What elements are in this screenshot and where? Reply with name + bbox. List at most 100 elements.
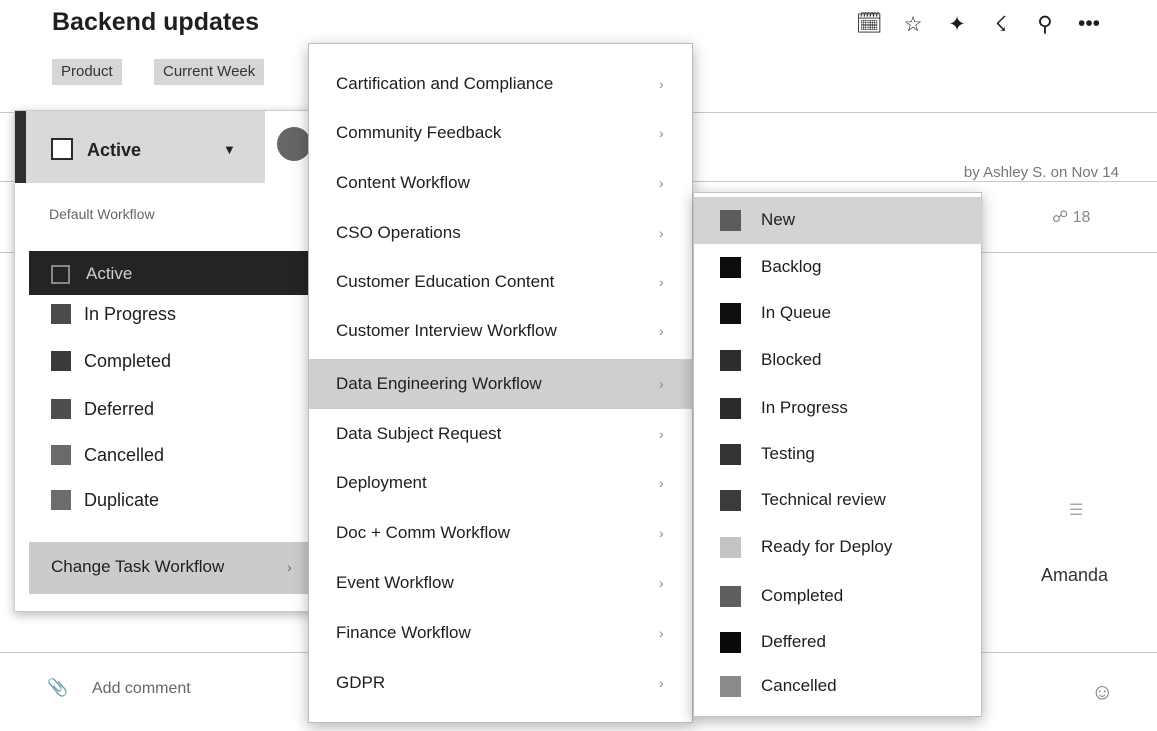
caret-down-icon[interactable]: ▼ <box>223 142 236 157</box>
workflow-item-label: CSO Operations <box>336 223 461 242</box>
workflow-item-label: Event Workflow <box>336 573 454 592</box>
workflow-item-data-engineering[interactable]: Data Engineering Workflow › <box>309 359 694 409</box>
state-color-swatch <box>720 490 741 511</box>
status-option-cancelled[interactable]: Cancelled <box>51 433 291 477</box>
avatar[interactable] <box>277 127 311 161</box>
chevron-right-icon: › <box>287 559 292 575</box>
state-option-blocked[interactable]: Blocked <box>694 337 983 384</box>
workflow-item[interactable]: Cartification and Compliance › <box>309 59 694 109</box>
workflow-item-label: Data Subject Request <box>336 424 502 443</box>
share-count-value: 18 <box>1072 209 1091 226</box>
state-option-label: In Progress <box>761 398 848 417</box>
state-option-backlog[interactable]: Backlog <box>694 244 983 291</box>
attachment-list-icons[interactable]: ☰ <box>1069 500 1083 520</box>
state-option-label: Testing <box>761 444 815 463</box>
chevron-right-icon: › <box>659 625 664 641</box>
assignee-name[interactable]: Amanda <box>1041 565 1108 586</box>
tag-product[interactable]: Product <box>52 59 122 85</box>
workflow-item[interactable]: Community Feedback › <box>309 108 694 158</box>
workflow-item-label: Community Feedback <box>336 123 502 142</box>
status-option-duplicate[interactable]: Duplicate <box>51 478 291 522</box>
author-line: by Ashley S. on Nov 14 <box>963 164 1119 181</box>
state-option-label: Deffered <box>761 632 826 651</box>
pin-icon[interactable]: ✦ <box>944 12 970 37</box>
state-color-swatch <box>720 210 741 231</box>
state-option-ready-for-deploy[interactable]: Ready for Deploy <box>694 524 983 571</box>
share-count[interactable]: ☍ 18 <box>1052 207 1090 227</box>
workflow-item-label: Data Engineering Workflow <box>336 374 542 393</box>
chevron-right-icon: › <box>659 175 664 191</box>
state-option-completed[interactable]: Completed <box>694 573 983 620</box>
workflow-state-menu: New Backlog In Queue Blocked In Progress… <box>693 192 983 717</box>
tag-current-week[interactable]: Current Week <box>154 59 265 85</box>
link-icon[interactable]: ⚲ <box>1032 12 1058 37</box>
workflow-item[interactable]: Content Workflow › <box>309 158 694 208</box>
calendar-icon[interactable]: 🗓 <box>856 12 883 37</box>
state-option-label: Ready for Deploy <box>761 537 893 556</box>
workflow-item[interactable]: GDPR › <box>309 658 694 708</box>
state-option-in-progress[interactable]: In Progress <box>694 385 983 432</box>
state-color-swatch <box>720 350 741 371</box>
status-option-deferred[interactable]: Deferred <box>51 387 291 431</box>
workflow-item[interactable]: Finance Workflow › <box>309 608 694 658</box>
status-option-label: Cancelled <box>84 445 165 465</box>
status-color-swatch <box>51 265 70 284</box>
state-option-label: Backlog <box>761 257 822 276</box>
status-option-label: Duplicate <box>84 490 160 510</box>
emoji-icon[interactable]: ☺ <box>1091 679 1113 705</box>
state-color-swatch <box>720 303 741 324</box>
status-color-swatch <box>51 351 71 371</box>
status-option-in-progress[interactable]: In Progress <box>51 292 291 336</box>
status-option-label: Completed <box>84 351 172 371</box>
workflow-item[interactable]: Customer Interview Workflow › <box>309 306 694 356</box>
status-selector[interactable]: Active ▼ <box>15 111 265 183</box>
paperclip-icon[interactable]: 📎 <box>47 678 68 698</box>
chevron-right-icon: › <box>659 575 664 591</box>
state-option-deffered[interactable]: Deffered <box>694 619 983 666</box>
page-title: Backend updates <box>52 8 260 36</box>
state-option-technical-review[interactable]: Technical review <box>694 477 983 524</box>
status-option-completed[interactable]: Completed <box>51 339 291 383</box>
state-option-label: Completed <box>761 586 844 605</box>
workflow-menu: Cartification and Compliance › Community … <box>308 43 694 723</box>
workflow-item[interactable]: Customer Education Content › <box>309 257 694 307</box>
workflow-item-label: Finance Workflow <box>336 623 471 642</box>
status-color-swatch <box>51 399 71 419</box>
workflow-item-label: Customer Education Content <box>336 272 555 291</box>
star-icon[interactable]: ☆ <box>900 12 926 37</box>
status-option-label: Active <box>86 264 133 283</box>
workflow-item[interactable]: CSO Operations › <box>309 208 694 258</box>
workflow-item[interactable]: Doc + Comm Workflow › <box>309 508 694 558</box>
chevron-right-icon: › <box>659 376 664 392</box>
state-color-swatch <box>720 632 741 653</box>
status-option-label: Deferred <box>84 399 155 419</box>
workflow-item[interactable]: Deployment › <box>309 458 694 508</box>
state-color-swatch <box>720 257 741 278</box>
state-option-new[interactable]: New <box>694 197 983 244</box>
workflow-item-label: GDPR <box>336 673 386 692</box>
workflow-item-label: Cartification and Compliance <box>336 74 554 93</box>
state-option-label: Blocked <box>761 350 822 369</box>
state-color-swatch <box>720 398 741 419</box>
state-option-label: New <box>761 210 796 229</box>
status-color-swatch <box>51 304 71 324</box>
state-option-label: Cancelled <box>761 676 837 695</box>
workflow-label: Default Workflow <box>49 206 155 222</box>
status-option-active[interactable]: Active <box>29 251 315 295</box>
state-option-cancelled[interactable]: Cancelled <box>694 663 983 710</box>
state-option-in-queue[interactable]: In Queue <box>694 290 983 337</box>
status-dropdown: Active ▼ Default Workflow Active In Prog… <box>14 110 315 612</box>
state-option-testing[interactable]: Testing <box>694 431 983 478</box>
rss-icon[interactable]: ☇ <box>988 12 1014 37</box>
toolbar: 🗓 ☆ ✦ ☇ ⚲ ••• <box>856 12 1102 37</box>
state-color-swatch <box>720 676 741 697</box>
status-color-swatch <box>51 490 71 510</box>
change-task-workflow[interactable]: Change Task Workflow › <box>29 542 315 594</box>
workflow-item[interactable]: Event Workflow › <box>309 558 694 608</box>
more-icon[interactable]: ••• <box>1076 12 1102 37</box>
checkbox-icon[interactable] <box>51 138 73 160</box>
change-workflow-label: Change Task Workflow <box>51 557 225 576</box>
state-option-label: Technical review <box>761 490 886 509</box>
add-comment-input[interactable]: Add comment <box>92 680 191 698</box>
workflow-item[interactable]: Data Subject Request › <box>309 409 694 459</box>
